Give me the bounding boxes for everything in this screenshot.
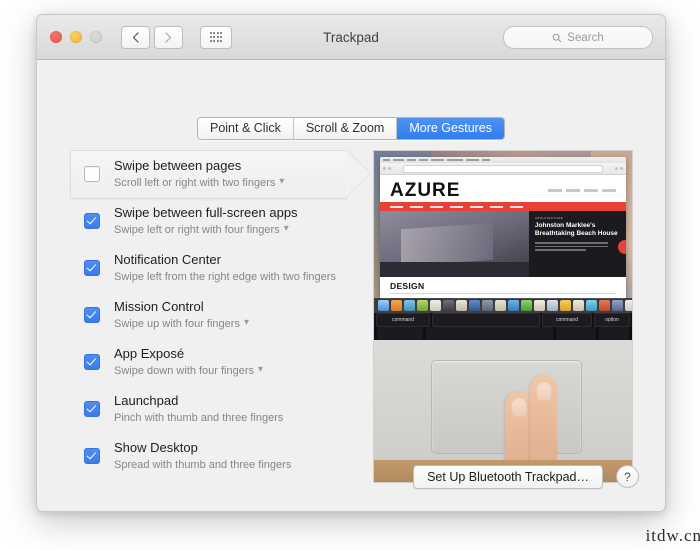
gesture-subtitle: Swipe left or right with four fingers <box>114 223 280 236</box>
tab-more-gestures[interactable]: More Gestures <box>397 118 505 139</box>
gesture-title: Notification Center <box>114 251 221 267</box>
key-command-left: command <box>376 313 430 327</box>
site-header: AZURE <box>380 175 626 202</box>
section-heading: DESIGN <box>390 281 425 291</box>
gesture-title: Swipe between full-screen apps <box>114 204 298 220</box>
website-content: AZURE ARCHITECTURE Johnston Marklee's Br… <box>380 175 626 299</box>
hero-section: ARCHITECTURE Johnston Marklee's Breathta… <box>380 211 626 277</box>
gesture-subtitle-wrap: Swipe up with four fingers ▾ <box>114 317 249 332</box>
tab-point-and-click[interactable]: Point & Click <box>197 118 294 139</box>
gesture-subtitle: Swipe left from the right edge with two … <box>114 270 336 283</box>
search-field[interactable]: Search <box>503 26 653 49</box>
chevron-down-icon[interactable]: ▾ <box>244 318 249 328</box>
minimize-window-button[interactable] <box>70 31 82 43</box>
site-navigation <box>380 202 626 211</box>
address-bar <box>403 164 603 173</box>
checkbox-show-desktop[interactable] <box>84 447 100 464</box>
window-titlebar: Trackpad Search <box>37 15 665 60</box>
setup-bluetooth-trackpad-button[interactable]: Set Up Bluetooth Trackpad… <box>413 465 603 489</box>
header-links <box>548 189 616 192</box>
hero-image <box>380 211 529 277</box>
gesture-subtitle: Swipe down with four fingers <box>114 364 255 377</box>
close-window-button[interactable] <box>50 31 62 43</box>
gesture-title: Mission Control <box>114 298 204 314</box>
zoom-window-button[interactable] <box>90 31 102 43</box>
tab-scroll-and-zoom[interactable]: Scroll & Zoom <box>293 118 398 139</box>
preview-video-desktop: AZURE ARCHITECTURE Johnston Marklee's Br… <box>374 151 632 327</box>
gesture-row-launchpad[interactable]: Launchpad Pinch with thumb and three fin… <box>70 385 380 432</box>
traffic-lights <box>50 31 102 43</box>
back-button[interactable] <box>121 25 150 49</box>
hero-kicker: ARCHITECTURE <box>534 216 564 220</box>
gesture-row-app-expose[interactable]: App Exposé Swipe down with four fingers … <box>70 338 380 385</box>
watermark: itdw.cn <box>645 526 700 545</box>
gesture-subtitle-wrap: Swipe left or right with four fingers ▾ <box>114 223 298 238</box>
checkbox-launchpad[interactable] <box>84 400 100 417</box>
window-content: Point & Click Scroll & Zoom More Gesture… <box>37 60 665 511</box>
show-all-button[interactable] <box>200 25 232 49</box>
safari-window-preview: AZURE ARCHITECTURE Johnston Marklee's Br… <box>380 157 626 299</box>
section-divider <box>390 293 616 294</box>
fingernail-icon <box>511 398 526 417</box>
gesture-subtitle-wrap: Spread with thumb and three fingers <box>114 458 291 473</box>
forward-button[interactable] <box>154 25 183 49</box>
search-icon <box>553 33 562 42</box>
gesture-title: Swipe between pages <box>114 157 242 173</box>
fingernail-icon <box>536 382 551 401</box>
macos-dock <box>374 298 632 313</box>
gesture-title: App Exposé <box>114 345 185 361</box>
gesture-row-swipe-between-full-screen-apps[interactable]: Swipe between full-screen apps Swipe lef… <box>70 197 380 244</box>
checkbox-swipe-between-pages[interactable] <box>84 165 100 182</box>
search-placeholder: Search <box>567 31 604 44</box>
gesture-subtitle: Swipe up with four fingers <box>114 317 240 330</box>
gesture-row-swipe-between-pages[interactable]: Swipe between pages Scroll left or right… <box>70 150 380 199</box>
help-button[interactable]: ? <box>616 465 639 488</box>
hero-body-lines <box>534 242 620 251</box>
gesture-subtitle: Pinch with thumb and three fingers <box>114 411 284 424</box>
browser-toolbar <box>380 163 626 175</box>
keyboard-row-top: command command option <box>374 313 632 327</box>
gesture-row-notification-center[interactable]: Notification Center Swipe left from the … <box>70 244 380 291</box>
keyboard-row-bottom <box>374 327 632 340</box>
tab-bar: Point & Click Scroll & Zoom More Gesture… <box>37 117 665 140</box>
chevron-down-icon[interactable]: ▾ <box>284 224 289 234</box>
hero-text: ARCHITECTURE Johnston Marklee's Breathta… <box>528 211 626 277</box>
checkbox-notification-center[interactable] <box>84 259 100 276</box>
gesture-title: Show Desktop <box>114 439 198 455</box>
navigation-buttons <box>121 25 183 49</box>
gesture-subtitle: Scroll left or right with two fingers <box>114 176 276 189</box>
row-pointer-arrow <box>346 150 370 196</box>
checkbox-mission-control[interactable] <box>84 306 100 323</box>
checkbox-swipe-between-full-screen-apps[interactable] <box>84 212 100 229</box>
hero-headline: Johnston Marklee's Breathtaking Beach Ho… <box>534 222 618 237</box>
site-logo: AZURE <box>390 180 461 201</box>
gesture-subtitle-wrap: Swipe down with four fingers ▾ <box>114 364 263 379</box>
toolbar-extras-icon <box>615 167 623 170</box>
gesture-title: Launchpad <box>114 392 179 408</box>
gesture-subtitle: Spread with thumb and three fingers <box>114 458 292 471</box>
design-section: DESIGN 8 Gorgeous Kitchen Tools <box>380 277 626 299</box>
grid-icon <box>209 32 223 42</box>
key-space <box>432 313 540 327</box>
chevron-right-icon <box>165 31 172 43</box>
gesture-subtitle-wrap: Pinch with thumb and three fingers <box>114 411 283 426</box>
chevron-down-icon[interactable]: ▾ <box>279 177 284 187</box>
key-command-right: command <box>542 313 592 327</box>
gesture-subtitle-wrap: Swipe left from the right edge with two … <box>114 270 336 285</box>
gesture-preview: AZURE ARCHITECTURE Johnston Marklee's Br… <box>373 150 633 483</box>
key-option: option <box>594 313 630 327</box>
gesture-row-mission-control[interactable]: Mission Control Swipe up with four finge… <box>70 291 380 338</box>
gesture-list: Swipe between pages Scroll left or right… <box>70 150 380 479</box>
toolbar-buttons-icon <box>383 167 391 170</box>
gesture-subtitle-wrap: Scroll left or right with two fingers ▾ <box>114 176 284 191</box>
chevron-left-icon <box>132 31 139 43</box>
chevron-down-icon[interactable]: ▾ <box>258 365 263 375</box>
checkbox-app-expose[interactable] <box>84 353 100 370</box>
trackpad-preferences-window: Trackpad Search Point & Click Scroll & Z… <box>36 14 666 512</box>
hero-badge <box>618 240 626 255</box>
